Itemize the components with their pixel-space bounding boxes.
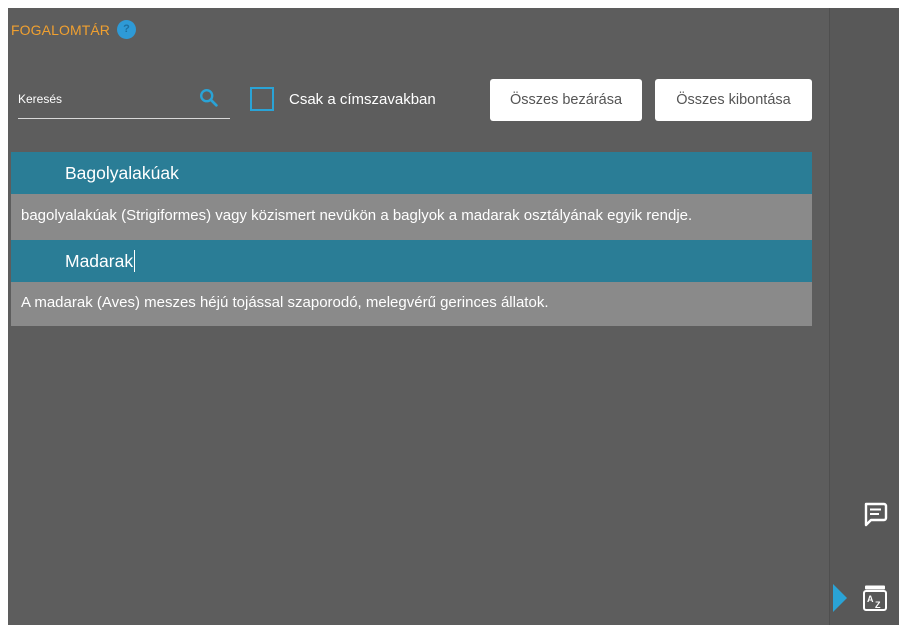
expand-all-button[interactable]: Összes kibontása (655, 79, 812, 121)
question-circle-icon[interactable]: ? (117, 20, 137, 39)
comment-icon[interactable] (861, 500, 889, 528)
panel-title: FOGALOMTÁR (11, 21, 111, 38)
search-input[interactable] (18, 84, 188, 114)
glossary-az-icon[interactable]: A Z (862, 584, 888, 612)
panel-header: FOGALOMTÁR ? (11, 20, 137, 39)
headwords-only-label[interactable]: Csak a címszavakban (289, 91, 436, 108)
search-box (18, 84, 230, 119)
collapse-all-button[interactable]: Összes bezárása (490, 79, 642, 121)
term-definition: bagolyalakúak (Strigiformes) vagy közism… (11, 194, 812, 240)
glossary-list: Bagolyalakúak bagolyalakúak (Strigiforme… (11, 152, 812, 326)
term-definition: A madarak (Aves) meszes héjú tojással sz… (11, 282, 812, 326)
term-title: Madarak (65, 250, 134, 271)
term-header-madarak[interactable]: Madarak (11, 240, 812, 282)
svg-text:A: A (867, 594, 874, 604)
right-sidebar (829, 8, 899, 625)
term-title: Bagolyalakúak (65, 162, 179, 183)
headwords-only-checkbox[interactable] (250, 87, 274, 111)
search-icon[interactable] (198, 87, 220, 109)
active-item-indicator (833, 584, 847, 612)
text-cursor (134, 250, 136, 272)
svg-text:Z: Z (875, 600, 881, 610)
term-header-bagolyalakuak[interactable]: Bagolyalakúak (11, 152, 812, 194)
